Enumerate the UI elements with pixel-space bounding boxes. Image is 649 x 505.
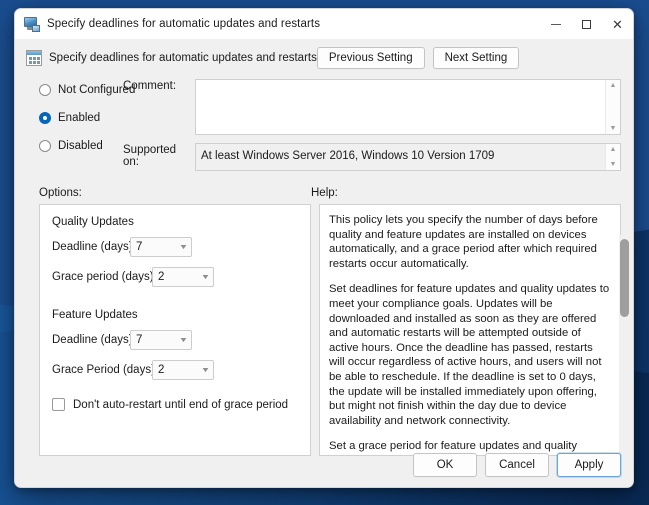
feature-deadline-label: Deadline (days):	[52, 334, 136, 346]
supported-on-row: Supported on: At least Windows Server 20…	[123, 143, 621, 171]
close-button[interactable]: ✕	[602, 9, 633, 39]
quality-grace-dropdown[interactable]: 2 ▼	[152, 267, 214, 287]
dialog-body: Specify deadlines for automatic updates …	[15, 39, 633, 487]
quality-grace-label: Grace period (days):	[52, 271, 157, 283]
comment-label: Comment:	[123, 80, 177, 92]
quality-grace-value: 2	[158, 271, 165, 283]
comment-textarea[interactable]: ▲ ▼	[195, 79, 621, 135]
radio-not-configured[interactable]: Not Configured	[39, 79, 135, 101]
navigation-buttons: Previous Setting Next Setting	[316, 47, 633, 69]
previous-setting-button[interactable]: Previous Setting	[316, 47, 425, 69]
options-panel: Quality Updates Deadline (days): 7 ▼ Gra…	[39, 204, 311, 456]
feature-grace-value: 2	[158, 364, 165, 376]
quality-deadline-label: Deadline (days):	[52, 241, 136, 253]
scroll-up-icon[interactable]: ▲	[610, 82, 617, 89]
help-label: Help:	[311, 187, 338, 199]
dialog-vertical-scrollbar[interactable]	[619, 235, 630, 487]
supported-on-field[interactable]: At least Windows Server 2016, Windows 10…	[195, 143, 621, 171]
radio-indicator	[39, 84, 51, 96]
checkbox-indicator	[52, 398, 65, 411]
radio-label: Disabled	[58, 140, 103, 152]
comment-row: Comment: ▲ ▼	[123, 79, 621, 135]
chevron-down-icon: ▼	[178, 243, 189, 251]
minimize-icon	[550, 23, 561, 25]
policy-settings-dialog: Specify deadlines for automatic updates …	[14, 8, 634, 488]
apply-button[interactable]: Apply	[557, 453, 621, 477]
quality-grace-row: Grace period (days): 2 ▼	[52, 267, 298, 287]
comment-scrollbar[interactable]: ▲ ▼	[605, 80, 620, 134]
quality-deadline-dropdown[interactable]: 7 ▼	[130, 237, 192, 257]
scroll-down-icon[interactable]: ▼	[610, 161, 617, 168]
feature-grace-label: Grace Period (days):	[52, 364, 159, 376]
ok-button[interactable]: OK	[413, 453, 477, 477]
radio-label: Enabled	[58, 112, 101, 124]
help-panel: This policy lets you specify the number …	[319, 204, 621, 456]
chevron-down-icon: ▼	[200, 273, 211, 281]
feature-grace-dropdown[interactable]: 2 ▼	[152, 360, 214, 380]
policy-state-radio-group: Not Configured Enabled Disabled	[15, 79, 135, 171]
window-title: Specify deadlines for automatic updates …	[47, 18, 321, 30]
quality-deadline-row: Deadline (days): 7 ▼	[52, 237, 298, 257]
comment-value	[196, 80, 605, 134]
quality-updates-group-title: Quality Updates	[52, 216, 134, 228]
feature-deadline-row: Deadline (days): 7 ▼	[52, 330, 298, 350]
scroll-up-icon[interactable]: ▲	[610, 146, 617, 153]
quality-deadline-value: 7	[136, 241, 143, 253]
feature-updates-group-title: Feature Updates	[52, 309, 138, 321]
radio-disabled[interactable]: Disabled	[39, 135, 123, 157]
feature-grace-row: Grace Period (days): 2 ▼	[52, 360, 298, 380]
cancel-button[interactable]: Cancel	[485, 453, 549, 477]
policy-state-row: Not Configured Enabled Disabled Comment:	[15, 69, 633, 171]
radio-indicator	[39, 140, 51, 152]
help-paragraph-2: Set deadlines for feature updates and qu…	[329, 283, 610, 427]
group-policy-icon	[26, 50, 42, 66]
supported-on-value: At least Windows Server 2016, Windows 10…	[201, 150, 495, 162]
no-auto-restart-label: Don't auto-restart until end of grace pe…	[73, 398, 289, 411]
dialog-footer: OK Cancel Apply	[413, 453, 621, 477]
comment-and-supported: Comment: ▲ ▼ Supported on: At least Wind…	[123, 79, 633, 171]
chevron-down-icon: ▼	[178, 336, 189, 344]
chevron-down-icon: ▼	[200, 366, 211, 374]
options-label: Options:	[39, 187, 82, 199]
scroll-down-icon[interactable]: ▼	[610, 125, 617, 132]
feature-deadline-value: 7	[136, 334, 143, 346]
supported-on-scrollbar[interactable]: ▲ ▼	[605, 144, 620, 170]
window-controls: ✕	[540, 9, 633, 39]
scrollbar-thumb[interactable]	[620, 239, 629, 317]
maximize-button[interactable]	[571, 9, 602, 39]
maximize-icon	[582, 19, 591, 29]
monitor-icon	[24, 16, 40, 32]
policy-name: Specify deadlines for automatic updates …	[49, 52, 317, 64]
next-setting-button[interactable]: Next Setting	[432, 47, 520, 69]
close-icon: ✕	[612, 16, 623, 32]
radio-indicator	[39, 112, 51, 124]
title-bar: Specify deadlines for automatic updates …	[15, 9, 633, 39]
radio-enabled[interactable]: Enabled	[39, 107, 123, 129]
section-headings: Options: Help:	[15, 171, 633, 204]
help-paragraph-1: This policy lets you specify the number …	[329, 214, 598, 270]
no-auto-restart-checkbox[interactable]: Don't auto-restart until end of grace pe…	[52, 398, 298, 411]
panels-row: Quality Updates Deadline (days): 7 ▼ Gra…	[15, 204, 633, 456]
feature-deadline-dropdown[interactable]: 7 ▼	[130, 330, 192, 350]
supported-on-label: Supported on:	[123, 144, 177, 168]
policy-header: Specify deadlines for automatic updates …	[15, 39, 633, 69]
minimize-button[interactable]	[540, 9, 571, 39]
